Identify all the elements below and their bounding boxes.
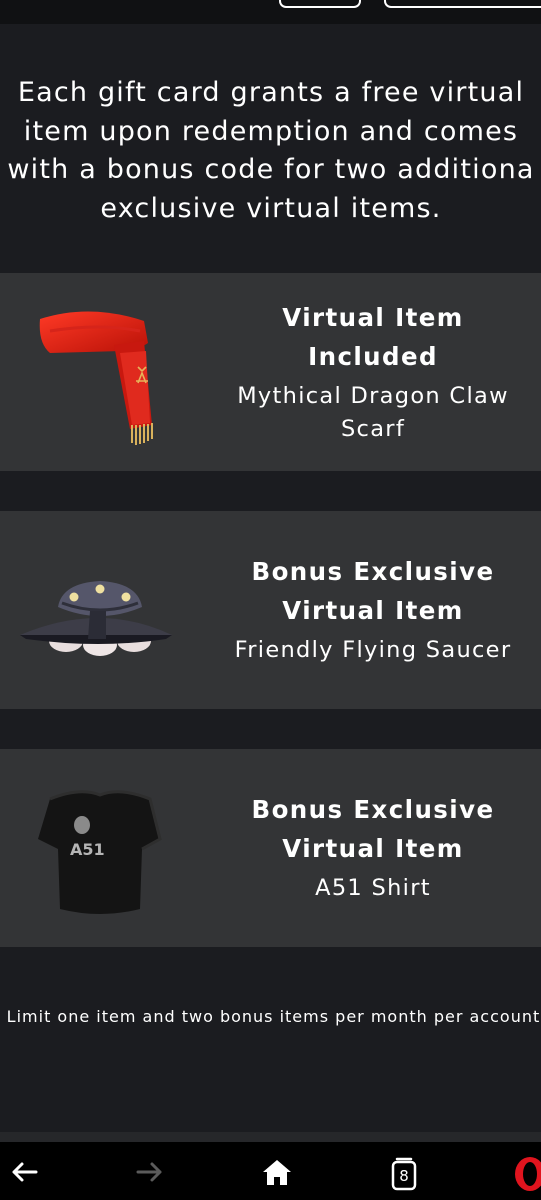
browser-nav-bar: 8 — [0, 1142, 541, 1200]
tabs-icon[interactable]: 8 — [384, 1152, 424, 1192]
item-type-label: Virtual Item Included — [282, 303, 464, 371]
shirt-item-image: A51 — [10, 759, 188, 937]
description-line: exclusive virtual items. — [100, 192, 442, 224]
saucer-item-image — [10, 521, 188, 699]
top-header-strip — [0, 0, 541, 24]
footer-divider — [0, 1132, 541, 1142]
scarf-item-image — [10, 283, 188, 461]
header-button[interactable] — [279, 0, 361, 8]
gift-card-page: Each gift card grants a free virtual ite… — [0, 0, 541, 1200]
item-info: Bonus Exclusive Virtual Item Friendly Fl… — [205, 511, 541, 709]
gift-card-description: Each gift card grants a free virtual ite… — [0, 74, 541, 228]
opera-menu-icon[interactable] — [508, 1152, 541, 1192]
description-line: item upon redemption and comes — [23, 115, 519, 147]
description-line: Each gift card grants a free virtual — [17, 77, 525, 108]
item-type-label: Bonus Exclusive Virtual Item — [251, 795, 495, 863]
back-arrow-icon[interactable] — [4, 1152, 44, 1192]
item-type-label: Bonus Exclusive Virtual Item — [251, 557, 495, 625]
description-line: with a bonus code for two additiona — [7, 154, 535, 185]
item-name: Mythical Dragon Claw Scarf — [237, 383, 509, 442]
item-info: Virtual Item Included Mythical Dragon Cl… — [205, 273, 541, 471]
item-name: A51 Shirt — [315, 875, 431, 902]
forward-arrow-icon[interactable] — [130, 1152, 170, 1192]
virtual-item-card: A51 Bonus Exclusive Virtual Item A51 Shi… — [0, 749, 541, 947]
item-name: Friendly Flying Saucer — [234, 637, 512, 664]
shirt-print-text: A51 — [70, 840, 105, 859]
redemption-limit-note: Limit one item and two bonus items per m… — [6, 1007, 541, 1026]
item-info: Bonus Exclusive Virtual Item A51 Shirt — [205, 749, 541, 947]
virtual-item-card: Bonus Exclusive Virtual Item Friendly Fl… — [0, 511, 541, 709]
virtual-item-card: Virtual Item Included Mythical Dragon Cl… — [0, 273, 541, 471]
header-button[interactable] — [384, 0, 541, 8]
tab-count: 8 — [399, 1167, 409, 1185]
home-icon[interactable] — [257, 1152, 297, 1192]
